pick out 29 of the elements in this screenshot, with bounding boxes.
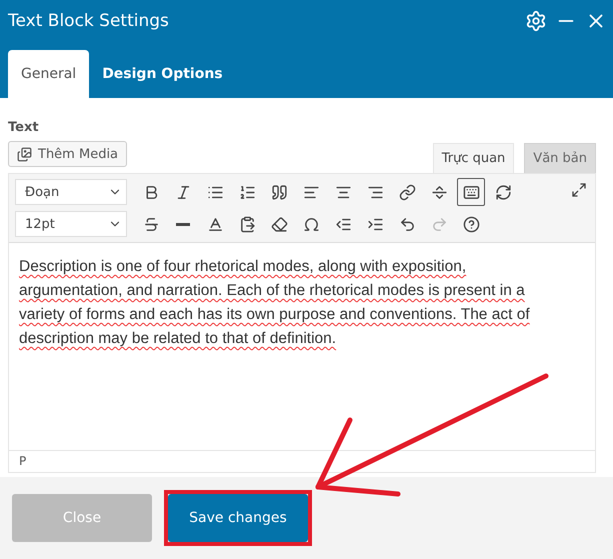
add-media-button[interactable]: Thêm Media	[8, 141, 128, 167]
tab[interactable]: General	[8, 50, 90, 98]
element-path: P	[9, 450, 595, 472]
fullscreen-button[interactable]	[571, 182, 587, 198]
refresh-icon	[494, 184, 512, 200]
settings-icon[interactable]	[525, 10, 547, 32]
editor-tab[interactable]: Trực quan	[432, 143, 514, 173]
dropdown[interactable]: Đoạn	[15, 179, 127, 205]
editor-text[interactable]: Description is one of four rhetorical modes, along with exposition, argumentation, and narration. Each of the rhetorical modes is present in a variety of forms and each has its own purpose and conventions. The act of description may be related to that of definition.	[9, 243, 595, 450]
eraser-icon	[270, 216, 288, 232]
hr-icon	[176, 222, 190, 226]
link-icon	[398, 184, 416, 200]
strike-icon	[142, 216, 160, 232]
media-icon	[17, 146, 32, 162]
toolbar-button[interactable]	[457, 178, 485, 206]
dialog-button[interactable]: Save changes	[168, 494, 308, 542]
tab[interactable]: Design Options	[89, 50, 236, 98]
editor-tab[interactable]: Văn bản	[524, 143, 596, 173]
paste-icon	[238, 216, 256, 232]
quote-icon	[270, 184, 288, 200]
expand-icon	[571, 182, 587, 198]
undo-icon	[398, 216, 416, 232]
dropdown[interactable]: 12pt	[15, 211, 127, 237]
numbers-icon	[238, 184, 256, 200]
redo-icon	[430, 216, 448, 232]
field-label: Text	[8, 120, 40, 135]
window-title: Text Block Settings	[8, 11, 169, 31]
omega-icon	[302, 216, 320, 232]
help-icon	[462, 216, 480, 232]
